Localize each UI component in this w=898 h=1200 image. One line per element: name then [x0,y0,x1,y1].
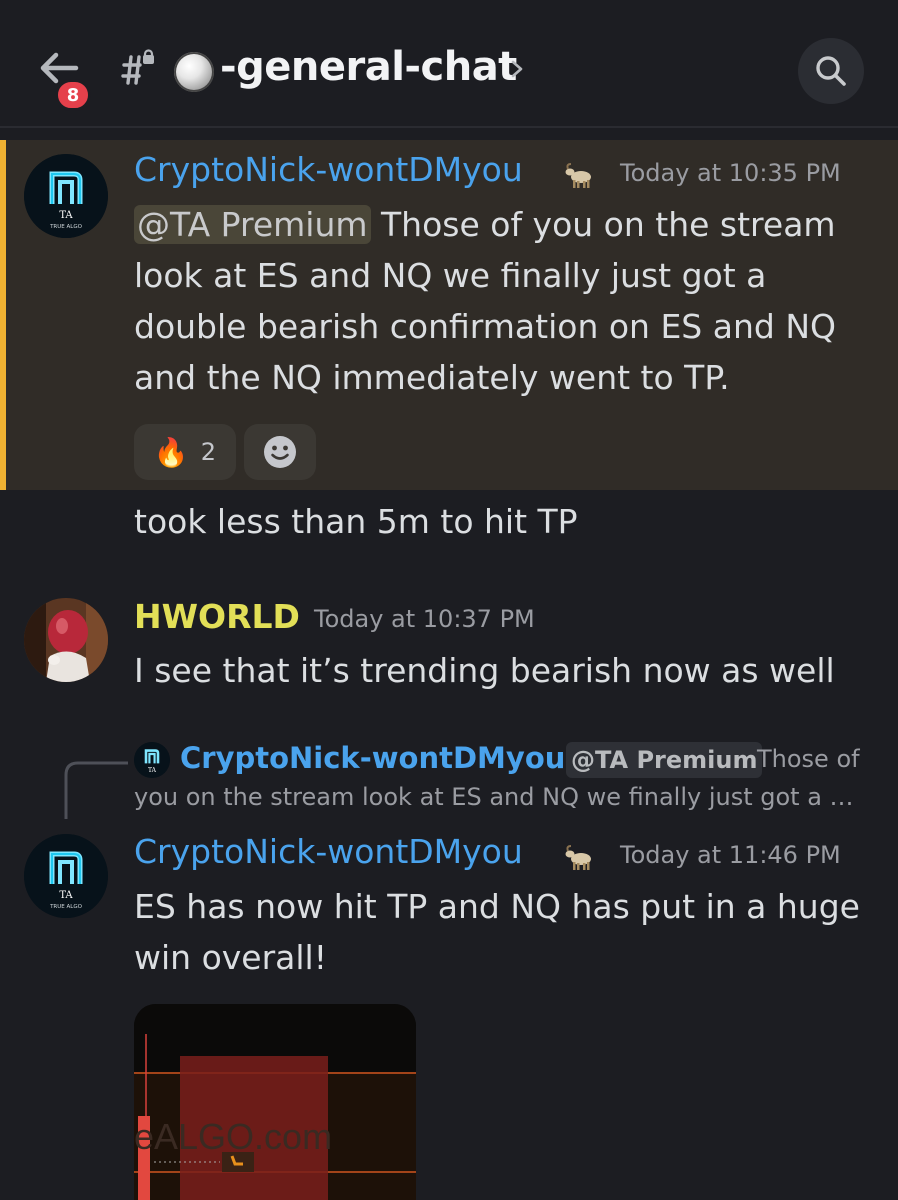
message-text: ES has now hit TP and NQ has put in a hu… [134,881,874,983]
trading-chart-image [134,1004,416,1200]
avatar[interactable] [24,598,108,682]
reply-connector [64,761,128,819]
reaction-fire[interactable]: 🔥 2 [134,424,236,480]
true-algo-logo: TA TRUE ALGO [24,154,108,238]
username[interactable]: HWORLD [134,597,300,636]
unread-badge: 8 [55,79,91,111]
username[interactable]: CryptoNick-wontDMyou [134,832,523,871]
reply-preview-text[interactable]: you on the stream look at ES and NQ we f… [134,783,854,811]
message-text: @TA Premium Those of you on the stream l… [134,199,874,403]
add-reaction-button[interactable] [244,424,316,480]
reply-preview-text: Those of [757,745,860,773]
timestamp: Today at 10:35 PM [620,159,841,187]
reply-role-mention: @TA Premium [566,742,763,778]
message-text: I see that it’s trending bearish now as … [134,651,835,690]
smiley-icon [264,436,296,468]
channel-emoji-icon [174,52,214,92]
message-line: look at ES and NQ we finally just got a [134,256,767,295]
image-attachment[interactable]: eALGO.com [134,1004,416,1200]
svg-text:TA: TA [148,767,157,774]
hworld-avatar-image [24,598,108,682]
timestamp: Today at 10:37 PM [314,605,535,633]
chevron-right-icon[interactable] [508,58,526,80]
svg-text:TA: TA [59,890,73,901]
true-algo-logo: TA [134,742,170,778]
avatar[interactable]: TA TRUE ALGO [24,154,108,238]
search-icon [816,56,846,86]
message-line: Those of you on the stream [370,205,836,244]
username[interactable]: CryptoNick-wontDMyou [134,150,523,189]
timestamp: Today at 11:46 PM [620,841,841,869]
message-line: and the NQ immediately went to TP. [134,358,730,397]
true-algo-logo: TA TRUE ALGO [24,834,108,918]
message-line: double bearish confirmation on ES and NQ [134,307,836,346]
image-watermark: eALGO.com [134,1116,333,1157]
reaction-count: 2 [200,438,217,466]
channel-header: 8 -general-chat [0,0,898,128]
message-text: took less than 5m to hit TP [134,502,578,541]
fire-emoji-icon: 🔥 [153,435,189,469]
role-mention[interactable]: @TA Premium [134,205,371,244]
svg-text:TRUE ALGO: TRUE ALGO [49,904,83,910]
message-line: win overall! [134,938,327,977]
goat-icon [565,163,591,188]
avatar[interactable]: TA TRUE ALGO [24,834,108,918]
search-button[interactable] [798,38,864,104]
reply-username[interactable]: CryptoNick-wontDMyou [180,741,565,775]
message-line: ES has now hit TP and NQ has put in a hu… [134,887,860,926]
hash-icon [121,49,154,85]
goat-icon [565,845,591,870]
reply-avatar[interactable]: TA [134,742,170,778]
svg-text:TA: TA [59,210,73,221]
svg-text:TRUE ALGO: TRUE ALGO [49,224,83,230]
channel-name[interactable]: -general-chat [220,44,517,90]
